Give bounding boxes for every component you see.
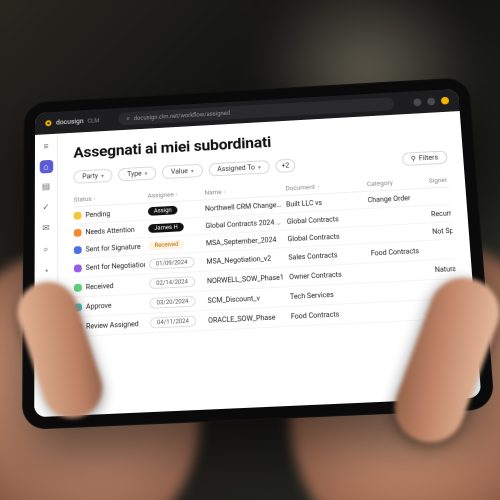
cell-name: Global Contracts 2024 v3.02 (205, 218, 283, 230)
status-label: Pending (85, 210, 110, 219)
assignee-pill[interactable]: 04/11/2024 (150, 315, 196, 328)
cell-category: Food Contracts (371, 246, 430, 257)
assignee-pill[interactable]: 03/20/2024 (150, 296, 196, 309)
chevron-down-icon: ▾ (101, 172, 104, 179)
cell-name: ORACLE_SOW_Phase (208, 313, 287, 325)
status-dot-icon (74, 211, 82, 219)
cell-document: Built LLC vs (286, 196, 364, 208)
sort-icon: ↓ (223, 189, 226, 195)
cell-signer: Not Specified (432, 224, 464, 235)
status-label: Sent for Signature (86, 243, 141, 254)
cell-signer: Natural Agency (435, 262, 464, 273)
reports-icon[interactable]: ◔ (39, 264, 53, 278)
menu-icon[interactable]: ≡ (39, 139, 52, 153)
sort-icon: ↓ (176, 191, 179, 197)
cell-status: Sent for Signature (74, 242, 145, 253)
cell-document: Global Contracts (287, 214, 365, 226)
assignee-pill[interactable]: Assign (148, 206, 178, 216)
status-label: Received (86, 282, 114, 291)
cell-status: Sent for Negotiation (74, 261, 145, 272)
docs-icon[interactable]: ▤ (39, 180, 53, 194)
filter-more[interactable]: +2 (275, 159, 295, 173)
status-label: Approve (86, 301, 112, 310)
search-icon: ⌕ (126, 114, 130, 122)
cell-assignee: 01/09/2024 (149, 256, 203, 269)
filter-assigned[interactable]: Assigned To▾ (208, 160, 270, 176)
cell-category (373, 290, 432, 293)
tasks-icon[interactable]: ✓ (39, 201, 53, 215)
cell-name: MSA_September_2024 (206, 235, 284, 247)
assignee-pill[interactable]: Received (149, 240, 185, 250)
brand-logo-icon (45, 119, 53, 127)
cell-signer (433, 247, 464, 250)
status-dot-icon (74, 283, 82, 291)
search-icon[interactable]: ⌕ (39, 243, 53, 257)
address-text: docusign.clm.net/workflow/assigned (134, 110, 230, 122)
col-signer[interactable]: Signer (428, 174, 464, 185)
status-label: Review Assigned (86, 320, 139, 330)
status-dot-icon (74, 264, 82, 272)
chevron-down-icon: ▾ (191, 167, 194, 174)
notification-icon[interactable] (427, 98, 435, 106)
status-label: Sent for Negotiation (86, 261, 145, 272)
cell-status: Pending (74, 208, 144, 219)
cell-document: Sales Contracts (288, 249, 367, 261)
assignee-pill[interactable]: James H (148, 223, 184, 233)
cell-document: Tech Services (290, 289, 369, 301)
cell-signer (430, 193, 464, 196)
filter-value[interactable]: Value▾ (162, 164, 203, 179)
col-status[interactable]: Status↓ (74, 192, 144, 203)
brand-name: docusign (56, 118, 84, 127)
status-label: Needs Attention (85, 226, 134, 236)
cell-status: Approve (74, 300, 146, 311)
cell-assignee: 03/20/2024 (150, 295, 204, 308)
chrome-actions (413, 97, 449, 106)
filter-icon: ⚲ (411, 155, 417, 163)
filter-type[interactable]: Type▾ (118, 166, 156, 181)
sort-icon: ↓ (94, 196, 96, 202)
col-document[interactable]: Document↓ (285, 181, 363, 193)
cell-category: Change Order (367, 193, 426, 204)
col-category[interactable]: Category (367, 177, 425, 188)
profile-avatar-icon[interactable] (441, 97, 449, 105)
brand-suffix: CLM (87, 117, 99, 124)
cell-document: Owner Contracts (289, 269, 368, 281)
filter-party[interactable]: Party▾ (73, 169, 112, 184)
home-icon[interactable]: ⌂ (39, 160, 53, 174)
col-name[interactable]: Name↓ (204, 185, 281, 197)
cell-assignee: 04/11/2024 (150, 315, 204, 328)
inbox-icon[interactable]: ✉ (39, 222, 53, 236)
cell-name: NORWELL_SOW_Phase1 (207, 273, 285, 285)
cell-name: SCM_Discount_v (207, 293, 286, 305)
cell-status: Received (74, 280, 145, 291)
assignee-pill[interactable]: 02/14/2024 (149, 276, 195, 289)
cell-category (374, 309, 433, 312)
filters-button[interactable]: ⚲Filters (401, 150, 447, 166)
chevron-down-icon: ▾ (145, 170, 148, 177)
cell-category (369, 214, 427, 217)
brand: docusign CLM (45, 117, 100, 127)
chevron-down-icon: ▾ (258, 164, 261, 171)
cell-signer: Recurring Fee (431, 207, 464, 218)
assignee-pill[interactable]: 01/09/2024 (149, 257, 195, 270)
status-dot-icon (74, 228, 82, 236)
cell-name: MSA_Negotiation_v2 (206, 254, 284, 266)
status-dot-icon (74, 246, 82, 254)
cell-assignee: 02/14/2024 (149, 276, 203, 289)
sort-icon: ↓ (317, 184, 320, 190)
cell-status: Needs Attention (74, 225, 145, 236)
extension-icon[interactable] (413, 98, 421, 106)
cell-category (370, 232, 428, 235)
cell-document: Food Contracts (291, 309, 371, 321)
cell-document: Global Contracts (287, 231, 366, 243)
cell-category (372, 270, 431, 273)
cell-assignee: Assign (148, 204, 201, 215)
col-assignee[interactable]: Assignee↓ (148, 189, 201, 199)
cell-name: Northwell CRM Change Order (205, 201, 282, 213)
cell-assignee: Received (149, 239, 203, 250)
cell-assignee: James H (148, 222, 201, 233)
